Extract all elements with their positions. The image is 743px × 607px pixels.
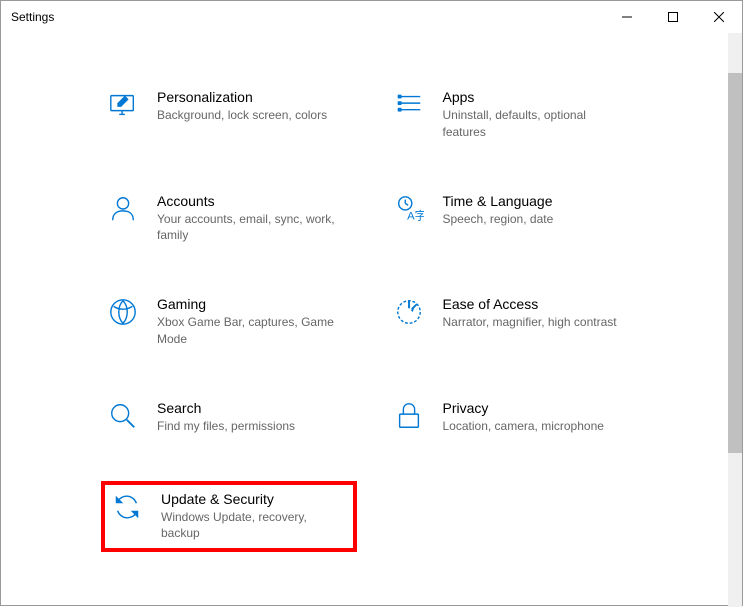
category-desc: Location, camera, microphone — [443, 418, 604, 435]
category-apps[interactable]: Apps Uninstall, defaults, optional featu… — [387, 83, 643, 147]
svg-text:A字: A字 — [407, 208, 424, 222]
category-title: Privacy — [443, 400, 604, 416]
category-search[interactable]: Search Find my files, permissions — [101, 394, 357, 441]
category-text: Update & Security Windows Update, recove… — [161, 491, 347, 543]
category-desc: Windows Update, recovery, backup — [161, 509, 347, 543]
category-time-language[interactable]: A字 Time & Language Speech, region, date — [387, 187, 643, 251]
category-title: Gaming — [157, 296, 347, 312]
category-title: Search — [157, 400, 295, 416]
time-language-icon: A字 — [393, 193, 425, 225]
category-text: Search Find my files, permissions — [157, 400, 295, 435]
category-desc: Uninstall, defaults, optional features — [443, 107, 633, 141]
category-desc: Xbox Game Bar, captures, Game Mode — [157, 314, 347, 348]
settings-categories-grid: Personalization Background, lock screen,… — [1, 33, 742, 552]
close-button[interactable] — [696, 1, 742, 33]
category-text: Gaming Xbox Game Bar, captures, Game Mod… — [157, 296, 347, 348]
category-title: Accounts — [157, 193, 347, 209]
category-desc: Find my files, permissions — [157, 418, 295, 435]
category-title: Ease of Access — [443, 296, 617, 312]
category-personalization[interactable]: Personalization Background, lock screen,… — [101, 83, 357, 147]
maximize-button[interactable] — [650, 1, 696, 33]
category-ease-of-access[interactable]: Ease of Access Narrator, magnifier, high… — [387, 290, 643, 354]
category-text: Time & Language Speech, region, date — [443, 193, 554, 228]
category-text: Privacy Location, camera, microphone — [443, 400, 604, 435]
category-title: Update & Security — [161, 491, 347, 507]
gaming-icon — [107, 296, 139, 328]
category-title: Personalization — [157, 89, 327, 105]
category-privacy[interactable]: Privacy Location, camera, microphone — [387, 394, 643, 441]
category-accounts[interactable]: Accounts Your accounts, email, sync, wor… — [101, 187, 357, 251]
vertical-scrollbar[interactable] — [728, 33, 742, 607]
search-icon — [107, 400, 139, 432]
window-controls — [604, 1, 742, 33]
category-update-security[interactable]: Update & Security Windows Update, recove… — [101, 481, 357, 553]
category-title: Apps — [443, 89, 633, 105]
category-text: Ease of Access Narrator, magnifier, high… — [443, 296, 617, 331]
personalization-icon — [107, 89, 139, 121]
category-gaming[interactable]: Gaming Xbox Game Bar, captures, Game Mod… — [101, 290, 357, 354]
apps-icon — [393, 89, 425, 121]
category-desc: Narrator, magnifier, high contrast — [443, 314, 617, 331]
minimize-button[interactable] — [604, 1, 650, 33]
category-text: Apps Uninstall, defaults, optional featu… — [443, 89, 633, 141]
category-text: Accounts Your accounts, email, sync, wor… — [157, 193, 347, 245]
accounts-icon — [107, 193, 139, 225]
privacy-icon — [393, 400, 425, 432]
update-security-icon — [111, 491, 143, 523]
category-desc: Background, lock screen, colors — [157, 107, 327, 124]
category-desc: Speech, region, date — [443, 211, 554, 228]
titlebar: Settings — [1, 1, 742, 33]
category-desc: Your accounts, email, sync, work, family — [157, 211, 347, 245]
category-text: Personalization Background, lock screen,… — [157, 89, 327, 124]
ease-of-access-icon — [393, 296, 425, 328]
window-title: Settings — [11, 10, 54, 24]
category-title: Time & Language — [443, 193, 554, 209]
scrollbar-thumb[interactable] — [728, 73, 742, 453]
